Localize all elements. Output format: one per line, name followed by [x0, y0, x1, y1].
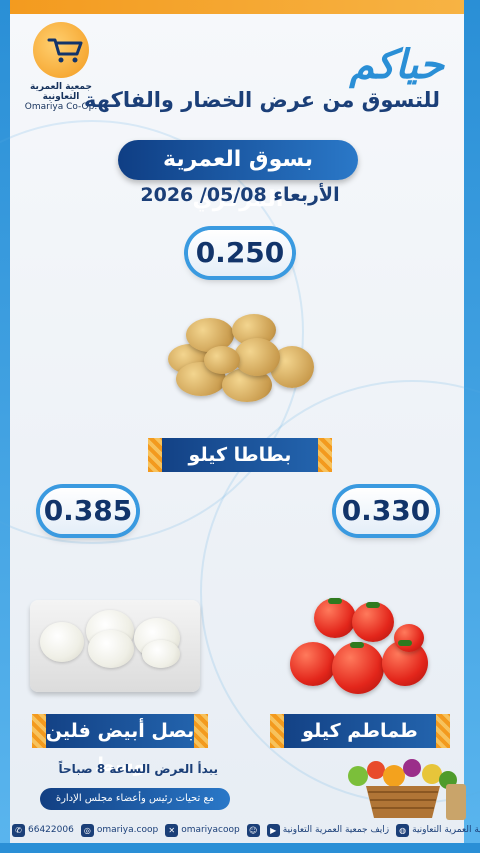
label-tomato: طماطم كيلو [270, 714, 450, 748]
contact-website[interactable]: ◍ جمعية العمرية التعاونية [396, 823, 480, 837]
contact-x[interactable]: ✕ omariyacoop [165, 823, 240, 837]
flyer: جمعية العمرية التعاونية Omariya Co-Op. ح… [0, 0, 480, 853]
contact-instagram[interactable]: ◎ omariya.coop [80, 823, 158, 837]
label-onion: بصل أبيض فلين وسط [32, 714, 208, 776]
market-name: بسوق العمرية المركزي [162, 147, 314, 212]
market-banner: بسوق العمرية المركزي [118, 140, 358, 212]
price-tomato: 0.330 [341, 494, 431, 527]
price-badge-tomato: 0.330 [336, 488, 436, 534]
subtitle: للتسوق من عرض الخضار والفاكهة [84, 88, 440, 112]
instagram-icon: ◎ [80, 823, 94, 837]
youtube-icon: ▶ [266, 823, 280, 837]
whatsapp-icon: ✆ [12, 823, 25, 837]
welcome-heading: حياكم [349, 42, 444, 88]
name-potato: بطاطا كيلو [188, 444, 292, 466]
x-icon: ✕ [165, 823, 179, 837]
snapchat-icon: ☺ [246, 823, 260, 837]
cart-logo-icon [33, 22, 89, 78]
contact-snapchat[interactable]: ☺ [246, 823, 260, 837]
thanks-text: مع تحيات رئيس وأعضاء مجلس الإدارة [55, 793, 215, 804]
offer-date: الأربعاء 05/08/ 2026 [140, 184, 340, 206]
thanks-banner: مع تحيات رئيس وأعضاء مجلس الإدارة [40, 788, 230, 810]
opening-time: يبدأ العرض الساعة 8 صباحاً [58, 762, 219, 776]
price-onion: 0.385 [43, 494, 133, 527]
contact-whatsapp[interactable]: ✆ 66422006 [12, 823, 74, 837]
price-badge-potato: 0.250 [188, 230, 292, 276]
globe-icon: ◍ [396, 823, 410, 837]
price-badge-onion: 0.385 [40, 488, 136, 534]
bottom-border [0, 843, 480, 853]
name-tomato: طماطم كيلو [302, 720, 418, 742]
contact-youtube[interactable]: ▶ زايف جمعية العمرية التعاونية [266, 823, 389, 837]
top-border [0, 0, 480, 14]
fruit-basket-icon [348, 759, 466, 820]
contact-bar: ✆ 66422006 ◎ omariya.coop ✕ omariyacoop … [12, 820, 480, 840]
label-potato: بطاطا كيلو [148, 438, 332, 472]
price-potato: 0.250 [195, 236, 285, 269]
